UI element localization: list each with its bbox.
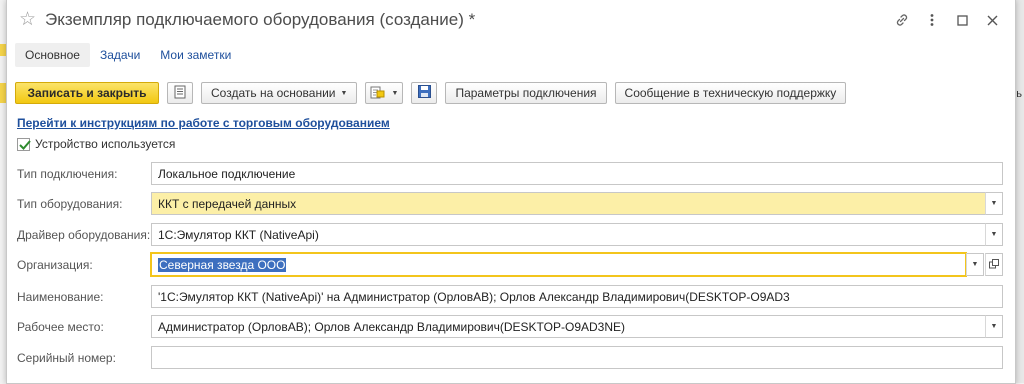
equipment-type-label: Тип оборудования: xyxy=(17,197,123,211)
checkmark-icon xyxy=(19,139,31,150)
document-dropdown-icon xyxy=(370,85,386,102)
serial-number-field[interactable] xyxy=(151,346,1003,369)
driver-field[interactable]: 1С:Эмулятор ККТ (NativeApi) xyxy=(151,223,986,246)
print-dropdown-button[interactable]: ▼ xyxy=(365,82,404,104)
workplace-dropdown[interactable]: ▼ xyxy=(985,315,1003,338)
maximize-icon[interactable] xyxy=(947,10,977,30)
tab-my-notes[interactable]: Мои заметки xyxy=(150,43,241,67)
equipment-type-dropdown[interactable]: ▼ xyxy=(985,192,1003,215)
star-icon[interactable]: ☆ xyxy=(19,8,36,31)
equipment-instance-window: ☆ Экземпляр подключаемого оборудования (… xyxy=(6,0,1016,384)
title-bar: ☆ Экземпляр подключаемого оборудования (… xyxy=(7,0,1015,40)
background-text-fragment: ь xyxy=(1016,88,1022,100)
link-icon[interactable] xyxy=(887,10,917,30)
create-based-on-button[interactable]: Создать на основании ▼ xyxy=(201,82,358,104)
tab-main[interactable]: Основное xyxy=(15,43,90,67)
toolbar: Записать и закрыть Создать на основании … xyxy=(15,82,854,104)
workplace-field[interactable]: Администратор (ОрловАВ); Орлов Александр… xyxy=(151,315,986,338)
list-icon xyxy=(174,85,186,102)
equipment-type-row: Тип оборудования: ККТ с передачей данных… xyxy=(17,192,1007,216)
close-icon[interactable] xyxy=(977,10,1007,30)
serial-number-row: Серийный номер: xyxy=(17,346,1007,370)
driver-label: Драйвер оборудования: xyxy=(17,228,151,242)
chevron-down-icon: ▼ xyxy=(391,89,399,97)
organization-open-button[interactable] xyxy=(985,253,1003,276)
window-controls xyxy=(887,10,1007,30)
chevron-down-icon: ▼ xyxy=(340,89,348,97)
name-label: Наименование: xyxy=(17,290,104,304)
driver-row: Драйвер оборудования: 1С:Эмулятор ККТ (N… xyxy=(17,223,1007,247)
connection-type-field[interactable]: Локальное подключение xyxy=(151,162,1003,185)
connection-type-row: Тип подключения: Локальное подключение xyxy=(17,162,1007,186)
instructions-link[interactable]: Перейти к инструкциям по работе с торгов… xyxy=(17,116,390,130)
name-field[interactable]: '1С:Эмулятор ККТ (NativeApi)' на Админис… xyxy=(151,285,1003,308)
list-button[interactable] xyxy=(167,82,193,104)
chevron-down-icon: ▼ xyxy=(990,200,998,207)
device-used-label: Устройство используется xyxy=(35,137,176,151)
support-message-button[interactable]: Сообщение в техническую поддержку xyxy=(614,82,847,104)
workplace-row: Рабочее место: Администратор (ОрловАВ); … xyxy=(17,315,1007,339)
chevron-down-icon: ▼ xyxy=(971,261,979,268)
connection-type-label: Тип подключения: xyxy=(17,167,118,181)
name-row: Наименование: '1С:Эмулятор ККТ (NativeAp… xyxy=(17,285,1007,309)
save-and-close-button[interactable]: Записать и закрыть xyxy=(15,82,159,104)
create-based-on-label: Создать на основании xyxy=(211,86,336,100)
more-icon[interactable] xyxy=(917,10,947,30)
save-button[interactable] xyxy=(411,82,438,104)
open-icon xyxy=(989,258,999,271)
chevron-down-icon: ▼ xyxy=(990,323,998,330)
window-title: Экземпляр подключаемого оборудования (со… xyxy=(45,10,476,29)
organization-dropdown[interactable]: ▼ xyxy=(966,253,984,276)
form-tabs: Основное Задачи Мои заметки xyxy=(15,42,241,68)
workplace-label: Рабочее место: xyxy=(17,320,104,334)
equipment-type-field[interactable]: ККТ с передачей данных xyxy=(151,192,986,215)
driver-dropdown[interactable]: ▼ xyxy=(985,223,1003,246)
organization-value: Северная звезда ООО xyxy=(158,258,287,272)
organization-row: Организация: Северная звезда ООО ▼ xyxy=(17,253,1007,277)
connection-parameters-button[interactable]: Параметры подключения xyxy=(445,82,607,104)
serial-number-label: Серийный номер: xyxy=(17,351,116,365)
device-used-checkbox-row: Устройство используется xyxy=(17,137,175,151)
device-used-checkbox[interactable] xyxy=(17,137,31,151)
organization-label: Организация: xyxy=(17,258,93,272)
organization-field[interactable]: Северная звезда ООО xyxy=(151,253,966,276)
save-disk-icon xyxy=(417,85,431,101)
chevron-down-icon: ▼ xyxy=(990,231,998,238)
tab-tasks[interactable]: Задачи xyxy=(90,43,150,67)
